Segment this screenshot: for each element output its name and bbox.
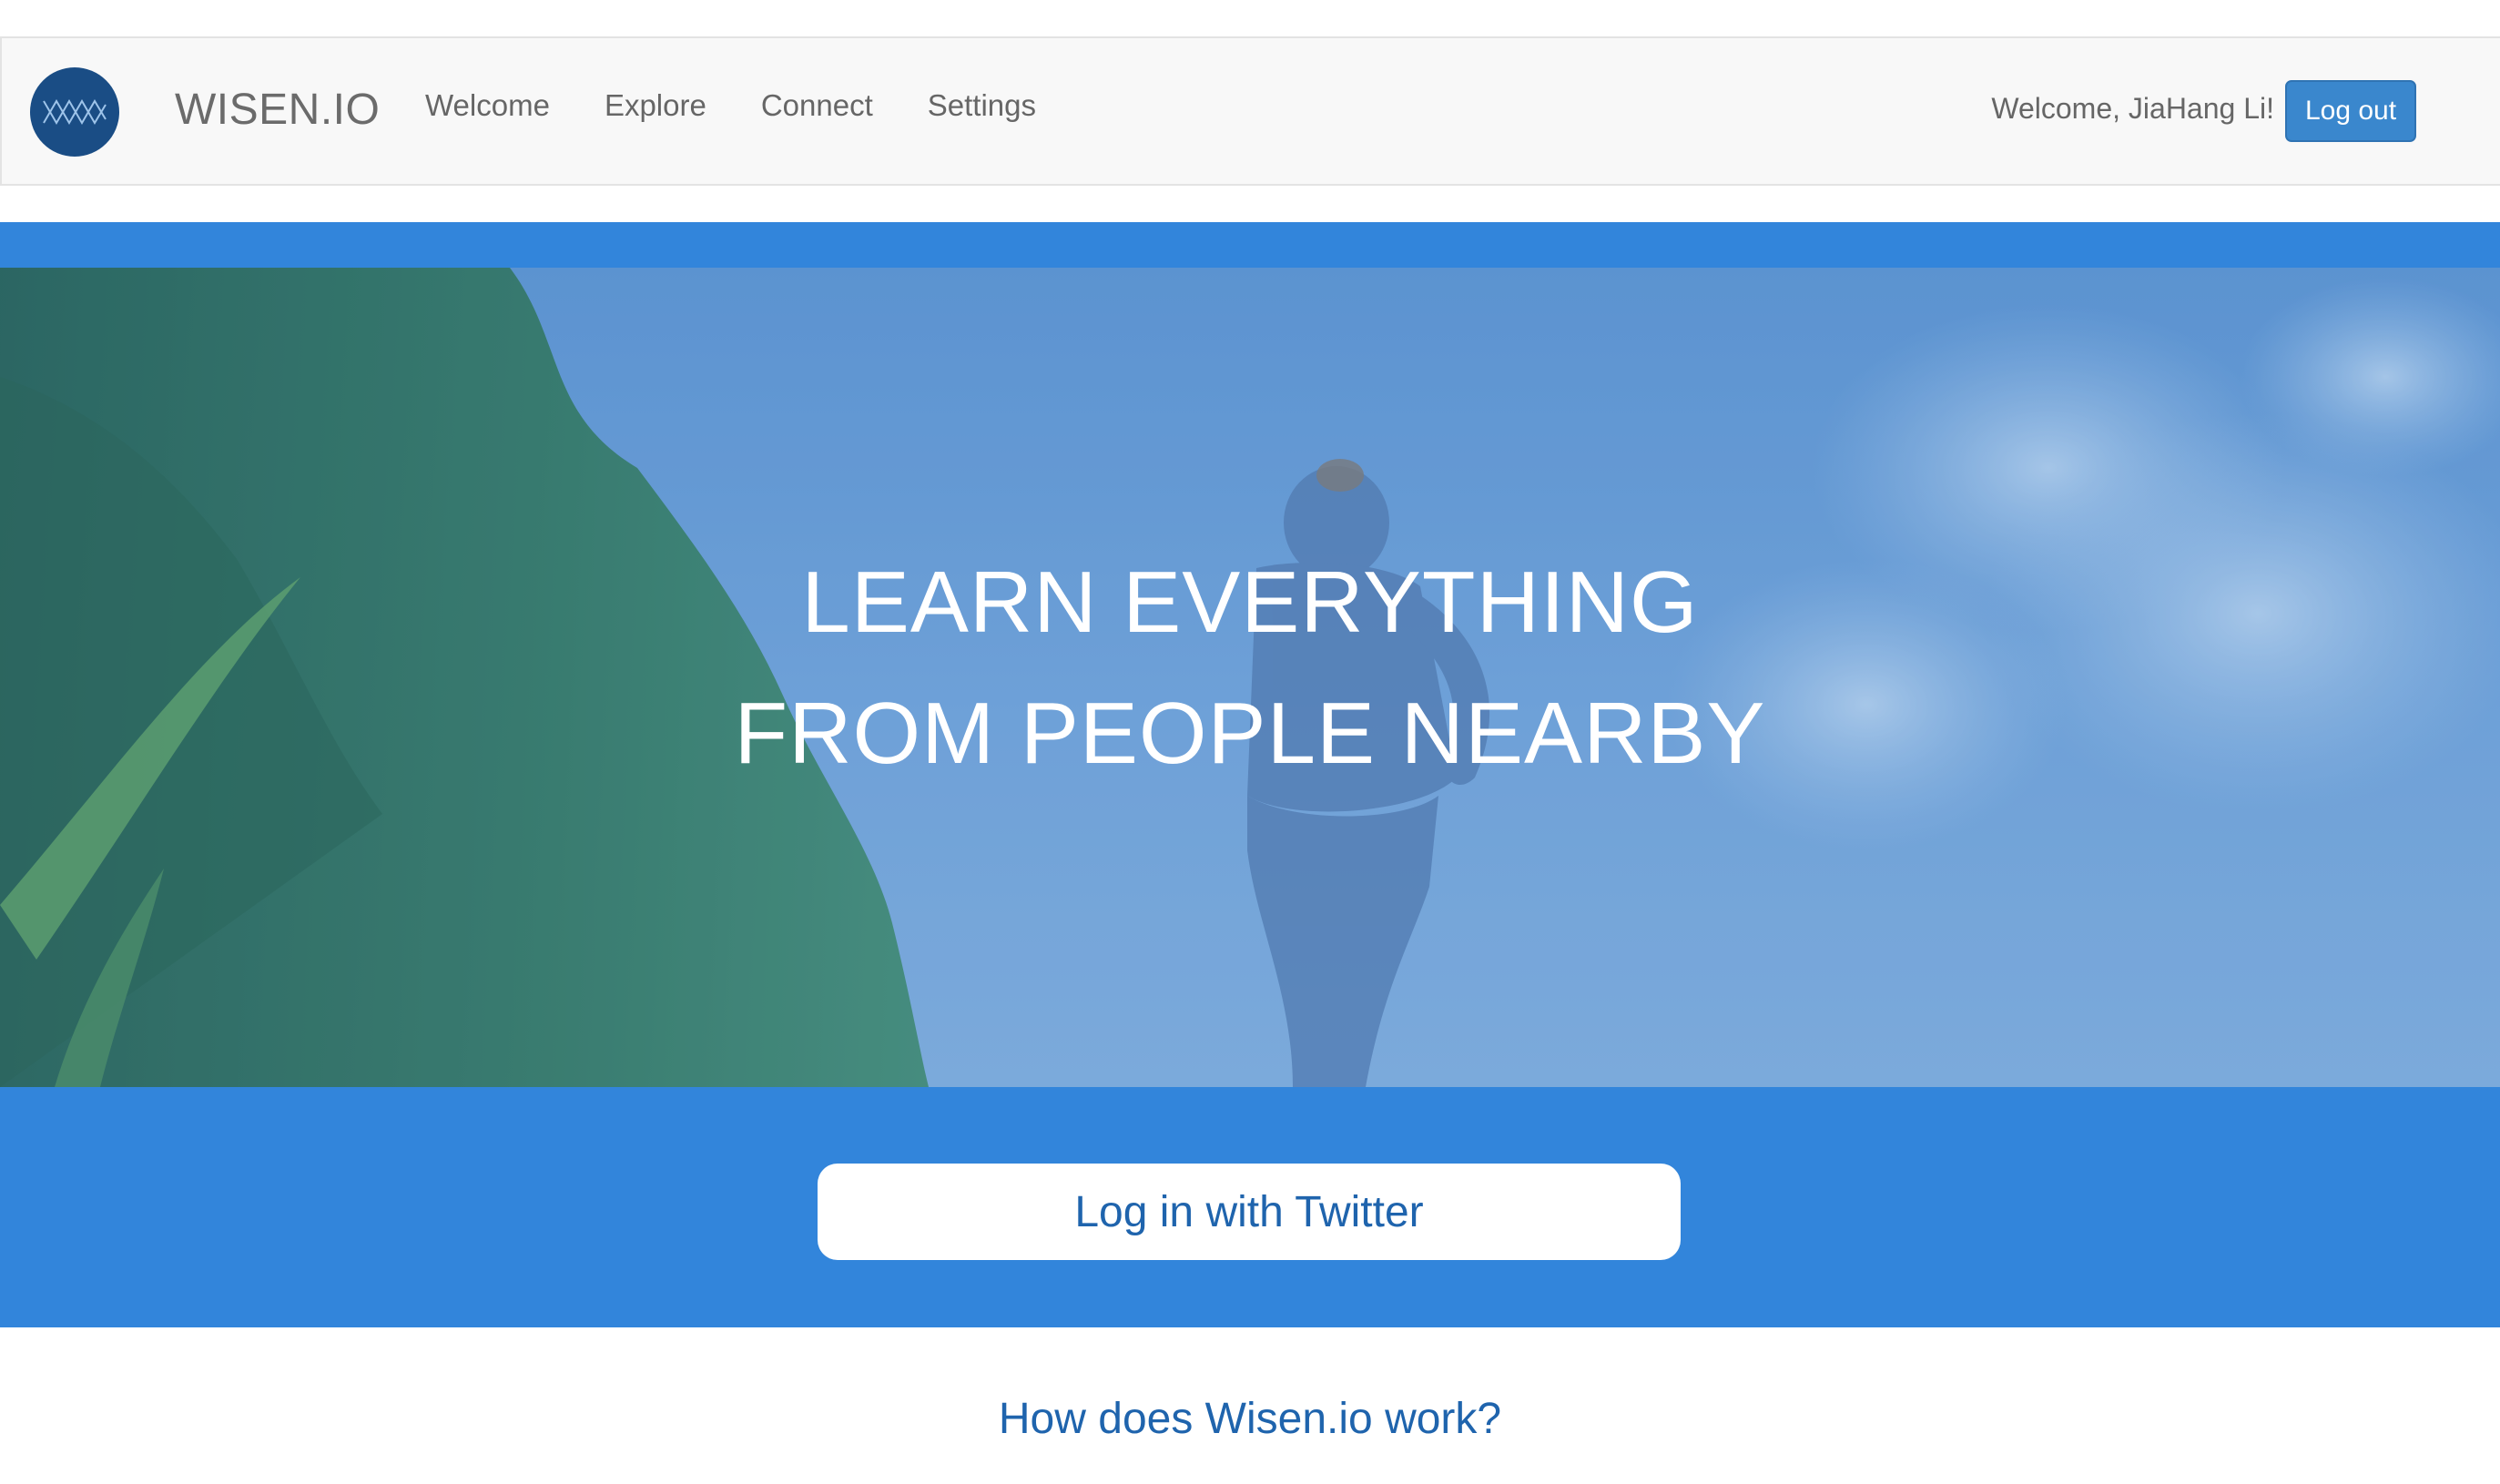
hero-background-image: LEARN EVERYTHING FROM PEOPLE NEARBY <box>0 268 2500 1087</box>
hero-headline: LEARN EVERYTHING FROM PEOPLE NEARBY <box>0 537 2500 799</box>
main-nav: Welcome Explore Connect Settings <box>425 87 1091 124</box>
how-it-works-heading: How does Wisen.io work? <box>998 1395 1502 1443</box>
nav-link-welcome[interactable]: Welcome <box>425 87 550 124</box>
brand-name[interactable]: WISEN.IO <box>175 84 380 137</box>
page: WISEN.IO Welcome Explore Connect Setting… <box>0 0 2500 1484</box>
welcome-user-text: Welcome, JiaHang Li! <box>1991 92 2274 125</box>
top-navbar: WISEN.IO Welcome Explore Connect Setting… <box>0 36 2500 186</box>
wisen-logo-icon[interactable] <box>30 67 119 157</box>
nav-link-settings[interactable]: Settings <box>928 87 1036 124</box>
logout-button[interactable]: Log out <box>2285 80 2416 142</box>
hero-headline-line-2: FROM PEOPLE NEARBY <box>734 685 1766 782</box>
nav-link-explore[interactable]: Explore <box>605 87 706 124</box>
nav-link-connect[interactable]: Connect <box>761 87 873 124</box>
hero-headline-line-1: LEARN EVERYTHING <box>801 554 1699 651</box>
twitter-login-button[interactable]: Log in with Twitter <box>818 1164 1681 1260</box>
